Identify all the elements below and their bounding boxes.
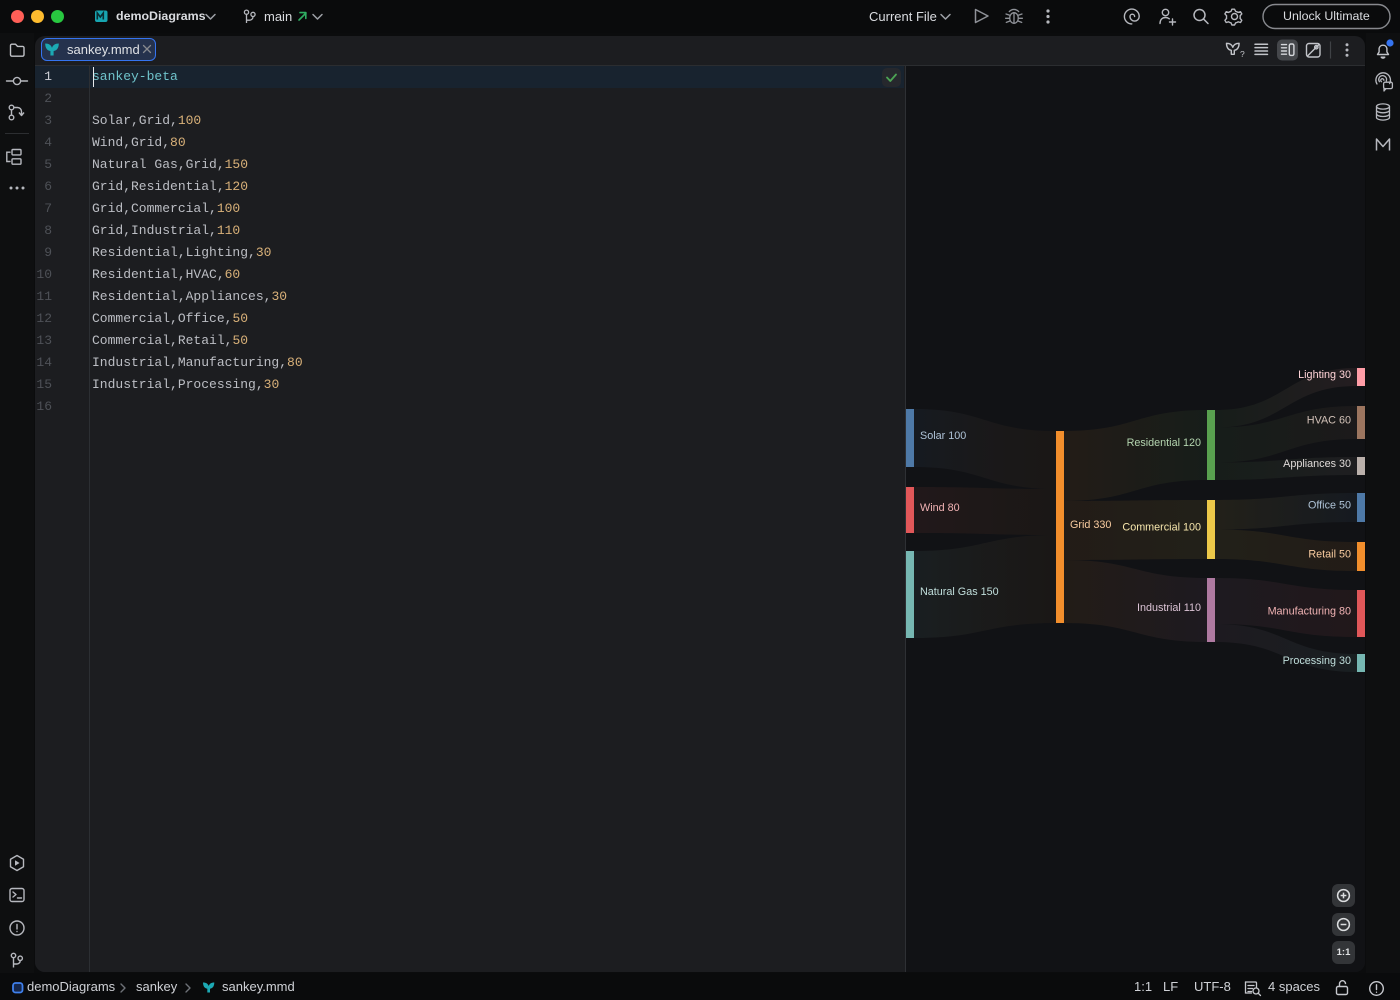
svg-text:?: ? [1240,49,1245,59]
